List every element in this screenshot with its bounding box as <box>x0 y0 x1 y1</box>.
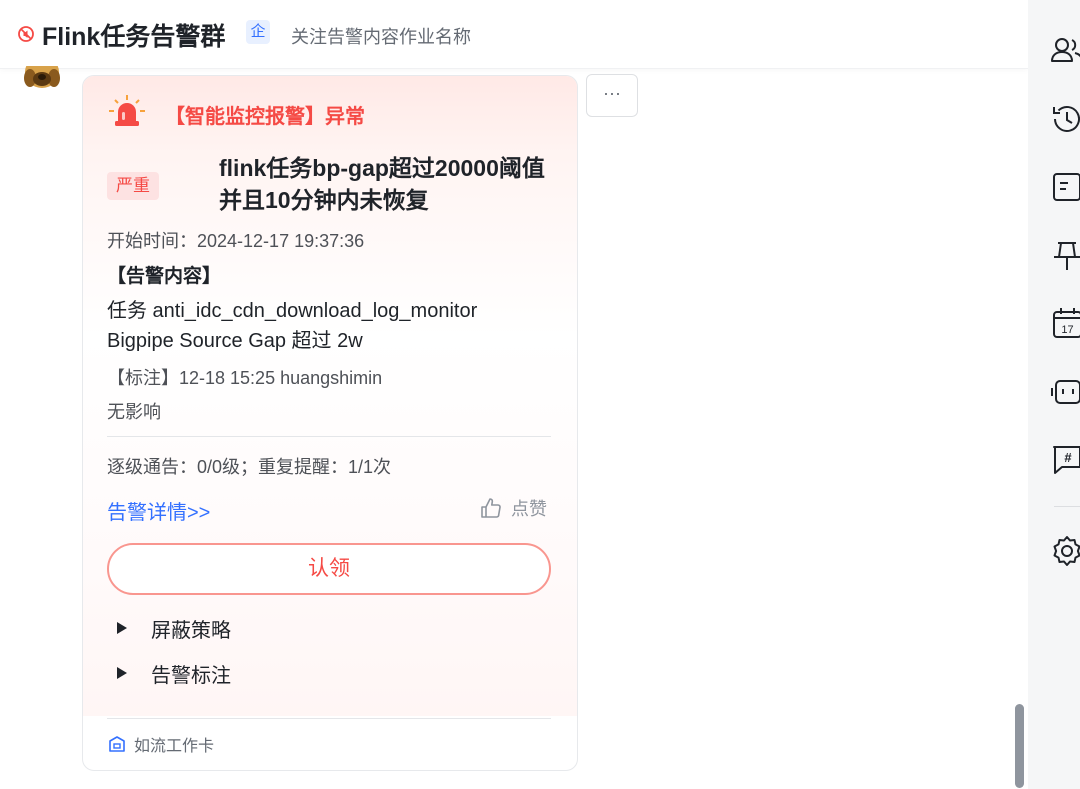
mute-notification-icon[interactable] <box>16 24 36 44</box>
robot-icon[interactable] <box>1050 374 1080 408</box>
caret-right-icon <box>117 622 127 634</box>
scrollbar-thumb[interactable] <box>1015 704 1024 788</box>
members-icon[interactable] <box>1050 33 1080 67</box>
enterprise-badge: 企 <box>246 20 270 44</box>
alert-card-title: 【智能监控报警】异常 <box>165 106 365 128</box>
pin-icon[interactable] <box>1050 239 1080 273</box>
alert-detail-link[interactable]: 告警详情>> <box>107 496 210 525</box>
footer-label: 如流工作卡 <box>134 738 215 755</box>
settings-icon[interactable] <box>1050 534 1080 568</box>
content-heading: 【告警内容】 <box>107 266 222 287</box>
like-label: 点赞 <box>511 499 547 519</box>
history-icon[interactable] <box>1050 102 1080 136</box>
calendar-icon[interactable]: 17 <box>1050 306 1080 340</box>
alert-content-line: 任务 anti_idc_cdn_download_log_monitor <box>107 300 478 322</box>
like-button[interactable]: 点赞 <box>479 495 547 521</box>
annotation-note: 【标注】12-18 15:25 huangshimin <box>107 368 383 388</box>
caret-right-icon <box>117 667 127 679</box>
alert-content-line: Bigpipe Source Gap 超过 2w <box>107 330 363 352</box>
group-title[interactable]: Flink任务告警群 <box>42 17 225 53</box>
start-time: 开始时间：2024-12-17 19:37:36 <box>107 231 365 251</box>
expand-label: 告警标注 <box>151 664 231 687</box>
chat-header: Flink任务告警群 企 关注告警内容作业名称 <box>0 0 1028 69</box>
claim-button[interactable]: 认领 <box>107 543 551 595</box>
alert-headline: flink任务bp-gap超过20000阈值并且10分钟内未恢复 <box>219 155 545 213</box>
expand-alert-annotation[interactable]: 告警标注 <box>117 659 231 687</box>
topic-icon[interactable]: # <box>1050 442 1080 476</box>
svg-text:#: # <box>1064 450 1072 465</box>
divider <box>107 436 551 437</box>
thumbs-up-icon <box>481 498 501 518</box>
impact-note: 无影响 <box>107 402 161 422</box>
more-options-button[interactable]: ··· <box>586 74 638 117</box>
expand-label: 屏蔽策略 <box>151 619 231 642</box>
right-sidebar: 17 # <box>1028 0 1080 789</box>
docs-icon[interactable] <box>1050 170 1080 204</box>
expand-shield-policy[interactable]: 屏蔽策略 <box>117 614 231 642</box>
bot-avatar[interactable] <box>22 66 66 90</box>
alert-content: 任务 anti_idc_cdn_download_log_monitor Big… <box>107 296 477 356</box>
group-description: 关注告警内容作业名称 <box>291 27 471 47</box>
severity-badge: 严重 <box>107 172 159 200</box>
escalation-status: 逐级通告：0/0级；重复提醒：1/1次 <box>107 457 392 477</box>
sidebar-divider <box>1054 506 1080 507</box>
divider <box>107 718 551 719</box>
card-footer[interactable]: 如流工作卡 <box>107 732 214 756</box>
workcard-icon <box>109 736 125 752</box>
alert-card: 【智能监控报警】异常 严重 flink任务bp-gap超过20000阈值并且10… <box>82 75 578 771</box>
calendar-day: 17 <box>1061 324 1073 336</box>
siren-icon <box>109 95 145 126</box>
